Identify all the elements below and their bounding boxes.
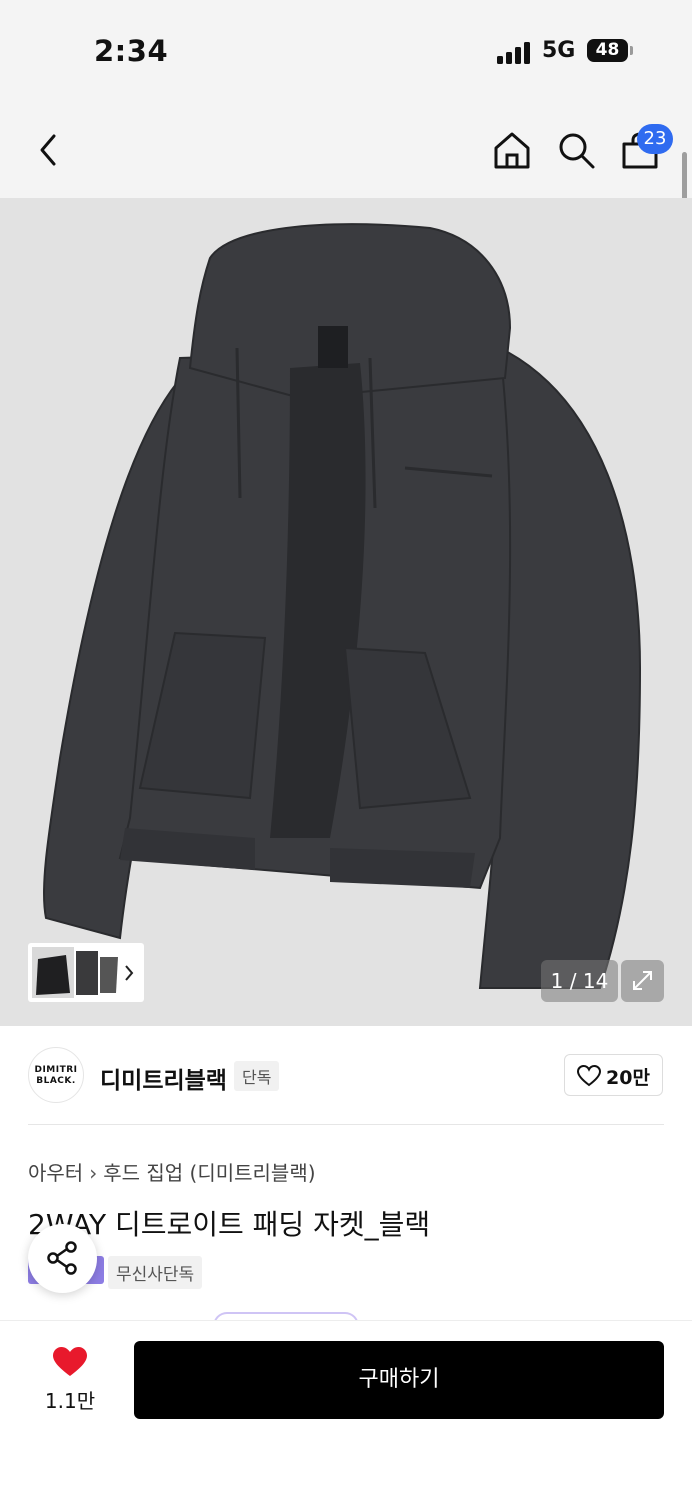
share-button[interactable] — [28, 1224, 97, 1293]
divider — [28, 1124, 664, 1125]
network-label: 5G — [542, 38, 576, 63]
product-image[interactable] — [0, 198, 692, 1026]
wish-count: 1.1만 — [44, 1389, 96, 1413]
status-bar: 2:34 5G 48 — [0, 0, 692, 100]
brand-like-button[interactable]: 20만 — [564, 1054, 663, 1096]
search-icon[interactable] — [556, 130, 596, 170]
thumbnail-strip[interactable] — [28, 943, 144, 1002]
musinsa-exclusive-tag: 무신사단독 — [108, 1256, 203, 1289]
chevron-right-icon: › — [89, 1161, 98, 1185]
thumbnail-images — [32, 947, 134, 998]
brand-like-count: 20만 — [606, 1067, 650, 1089]
home-icon[interactable] — [492, 130, 532, 170]
brand-logo-line2: BLACK. — [36, 1076, 76, 1086]
status-time: 2:34 — [94, 34, 169, 68]
buy-button[interactable]: 구매하기 — [134, 1341, 664, 1419]
battery-icon: 48 — [587, 39, 628, 62]
brand-logo[interactable]: DIMITRI BLACK. — [28, 1047, 84, 1103]
image-counter: 1 / 14 — [541, 960, 618, 1002]
expand-icon[interactable] — [621, 960, 664, 1002]
jacket-illustration — [42, 223, 642, 989]
signal-icon — [497, 40, 531, 64]
breadcrumb: 아우터 › 후드 집업 (디미트리블랙) — [28, 1157, 316, 1186]
exclusive-badge: 단독 — [234, 1061, 280, 1091]
breadcrumb-category[interactable]: 아우터 — [28, 1161, 83, 1185]
brand-logo-line1: DIMITRI — [34, 1065, 78, 1075]
heart-outline-icon — [577, 1065, 601, 1087]
heart-filled-icon[interactable] — [52, 1346, 88, 1378]
brand-name[interactable]: 디미트리블랙 — [100, 1061, 227, 1095]
cart-count-badge: 23 — [637, 124, 673, 154]
back-arrow-icon[interactable] — [34, 130, 66, 170]
breadcrumb-subcategory[interactable]: 후드 집업 (디미트리블랙) — [103, 1161, 315, 1185]
battery-nub — [630, 46, 633, 55]
share-icon — [47, 1241, 77, 1275]
